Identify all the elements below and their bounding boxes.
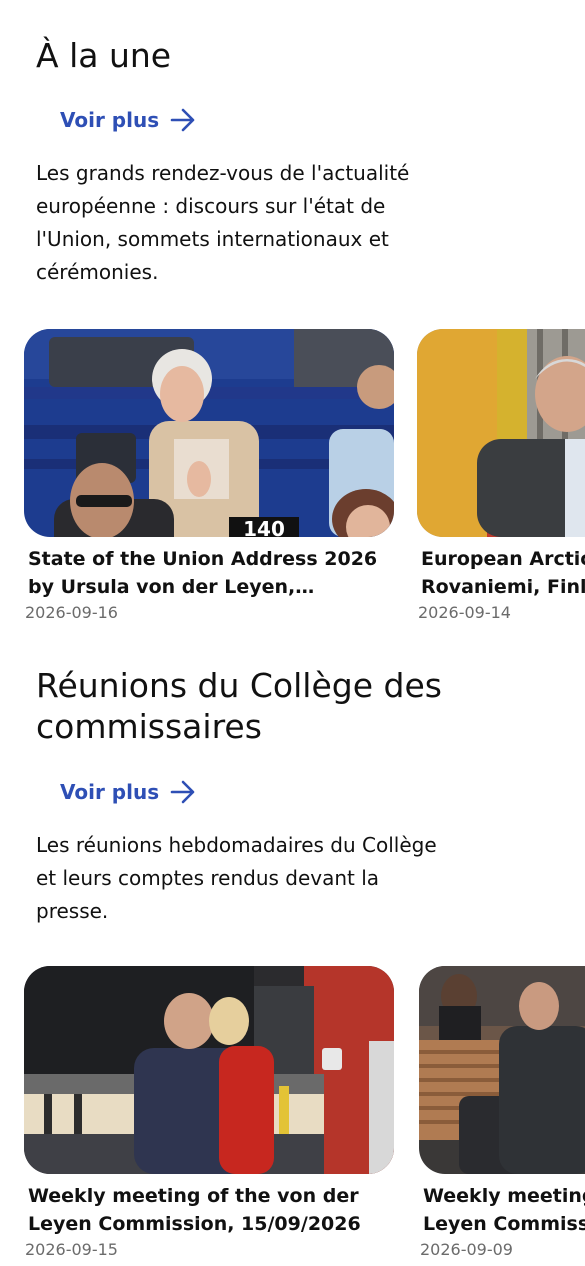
see-more-label: Voir plus [60, 780, 160, 804]
section-title-featured: À la une [36, 36, 172, 75]
video-thumbnail[interactable] [24, 966, 394, 1174]
video-carousel-college[interactable]: Weekly meeting of the von der Leyen Comm… [0, 966, 585, 1266]
video-thumbnail[interactable]: 140 [24, 329, 394, 537]
video-date: 2026-09-14 [418, 603, 511, 622]
video-date: 2026-09-15 [25, 1240, 118, 1259]
arrow-right-icon [170, 780, 195, 804]
arrow-right-icon [170, 108, 195, 132]
section-description-featured: Les grands rendez-vous de l'actualité eu… [36, 161, 410, 284]
video-thumbnail[interactable] [419, 966, 585, 1174]
video-date: 2026-09-16 [25, 603, 118, 622]
video-title[interactable]: European Arctic Summit, Rovaniemi, Finla… [421, 545, 585, 601]
see-more-link-featured[interactable]: Voir plus [60, 107, 197, 133]
section-title-college: Réunions du Collège des commissaires [36, 666, 442, 746]
video-title[interactable]: Weekly meeting of the von der Leyen Comm… [423, 1182, 585, 1238]
see-more-label: Voir plus [60, 108, 160, 132]
section-description-college: Les réunions hebdomadaires du Collège et… [36, 833, 437, 923]
see-more-link-college[interactable]: Voir plus [60, 779, 197, 805]
video-card[interactable]: Weekly meeting of the von der Leyen Comm… [419, 966, 585, 1262]
video-title[interactable]: State of the Union Address 2026 by Ursul… [28, 545, 388, 601]
video-card[interactable]: Weekly meeting of the von der Leyen Comm… [24, 966, 394, 1262]
video-title[interactable]: Weekly meeting of the von der Leyen Comm… [28, 1182, 388, 1238]
video-card[interactable]: European Arctic Summit, Rovaniemi, Finla… [417, 329, 585, 625]
seat-number-text: 140 [243, 517, 285, 537]
video-date: 2026-09-09 [420, 1240, 513, 1259]
video-carousel-featured[interactable]: 140 State of the Union Address 2026 by U… [0, 329, 585, 629]
video-card[interactable]: 140 State of the Union Address 2026 by U… [24, 329, 394, 625]
video-thumbnail[interactable] [417, 329, 585, 537]
